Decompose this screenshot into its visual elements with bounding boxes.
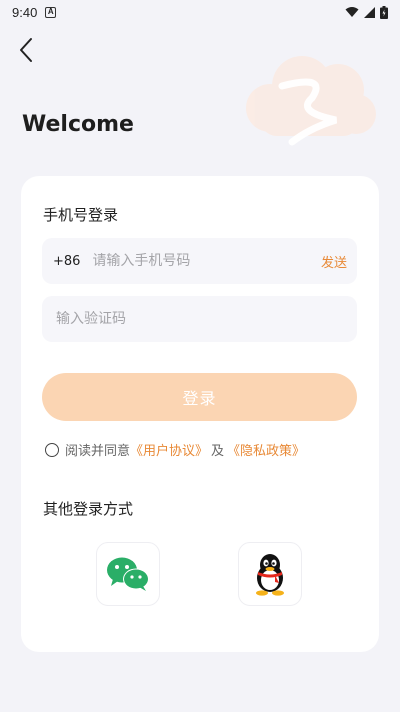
status-icons — [345, 5, 388, 19]
privacy-policy-link[interactable]: 《隐私政策》 — [227, 440, 305, 459]
phone-input[interactable] — [92, 253, 293, 269]
verification-code-input[interactable] — [56, 311, 336, 327]
send-code-button[interactable]: 发送 — [321, 252, 347, 271]
status-bar: 9:40 A — [0, 0, 400, 24]
battery-icon — [380, 5, 388, 19]
phone-login-title: 手机号登录 — [43, 206, 119, 224]
back-button[interactable] — [14, 36, 40, 64]
login-button[interactable]: 登录 — [42, 373, 357, 421]
status-time: 9:40 — [12, 4, 38, 20]
other-login-title: 其他登录方式 — [43, 500, 134, 518]
wechat-login-button[interactable] — [96, 542, 160, 606]
country-code[interactable]: +86 — [53, 254, 80, 269]
agreement-checkbox[interactable] — [45, 442, 59, 457]
agreement-prefix: 阅读并同意 — [65, 444, 131, 459]
qq-icon — [256, 554, 284, 596]
notification-icon: A — [45, 6, 57, 18]
wechat-icon — [107, 557, 149, 591]
login-card: 手机号登录 +86 发送 登录 阅读并同意 《用户协议》 及 《隐私政策》 其他… — [21, 176, 379, 652]
phone-field: +86 发送 — [42, 238, 357, 284]
agreement-and: 及 — [211, 444, 225, 459]
cloud-decoration-icon — [246, 56, 376, 146]
page-title: Welcome — [22, 112, 134, 137]
user-agreement-link[interactable]: 《用户协议》 — [130, 440, 208, 459]
qq-login-button[interactable] — [238, 542, 302, 606]
agreement-row: 阅读并同意 《用户协议》 及 《隐私政策》 — [45, 440, 305, 459]
wifi-icon — [345, 7, 359, 17]
chevron-left-icon — [20, 38, 32, 62]
signal-icon — [364, 6, 375, 18]
code-field — [42, 296, 357, 342]
